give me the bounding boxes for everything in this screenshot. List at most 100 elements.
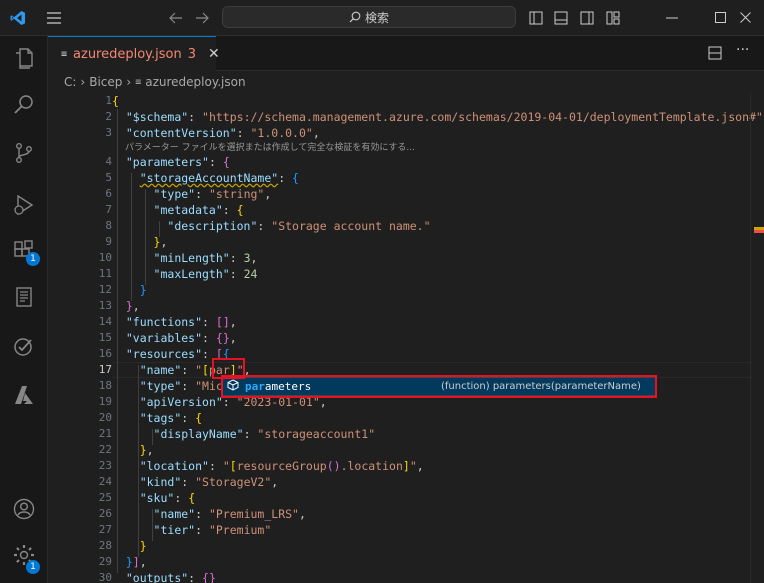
line-number: 8 <box>105 219 112 232</box>
hamburger-menu-icon[interactable] <box>44 0 64 35</box>
explorer-icon[interactable] <box>0 36 47 82</box>
line-number: 23 <box>98 459 112 472</box>
line-number: 24 <box>98 475 112 488</box>
line-number: 5 <box>105 171 112 184</box>
code-line-6: "type": "string", <box>153 187 272 201</box>
code-line-7: "metadata": { <box>153 203 244 217</box>
line-number: 29 <box>98 555 112 568</box>
code-line-25: "sku": { <box>139 491 196 505</box>
more-actions-icon[interactable]: ··· <box>736 42 749 58</box>
line-number: 22 <box>98 443 112 456</box>
split-editor-icon[interactable] <box>708 45 722 64</box>
manage-gear-icon[interactable] <box>0 532 47 578</box>
chevron-right-icon: › <box>80 75 86 89</box>
line-number: 12 <box>98 283 112 296</box>
code-line-24: "kind": "StorageV2", <box>139 475 279 489</box>
line-number: 20 <box>98 411 112 424</box>
breadcrumb: C: › Bicep › ≡ azuredeploy.json <box>48 71 764 93</box>
back-arrow-icon[interactable] <box>166 0 186 35</box>
line-number: 28 <box>98 539 112 552</box>
line-number: 30 <box>98 571 112 583</box>
azure-icon[interactable] <box>0 372 47 418</box>
line-number: 1 <box>105 94 112 107</box>
line-number: 3 <box>105 126 112 139</box>
code-line-10: "minLength": 3, <box>153 251 258 265</box>
search-placeholder: 検索 <box>364 10 389 25</box>
forward-arrow-icon[interactable] <box>192 0 212 35</box>
breadcrumb-file[interactable]: azuredeploy.json <box>145 75 245 89</box>
code-line-12: } <box>139 283 147 297</box>
breadcrumb-drive[interactable]: C: <box>64 75 76 89</box>
line-number: 10 <box>98 251 112 264</box>
editor-tabs: ≡ azuredeploy.json 3 ✕ ··· <box>48 36 764 71</box>
line-number: 18 <box>98 379 112 392</box>
line-number: 11 <box>98 267 112 280</box>
code-line-29: }], <box>125 555 147 569</box>
code-line-14: "functions": [], <box>125 315 237 329</box>
code-line-21: "displayName": "storageaccount1" <box>153 427 376 441</box>
tab-label: azuredeploy.json <box>73 46 182 62</box>
line-number: 25 <box>98 491 112 504</box>
search-view-icon[interactable] <box>0 82 47 128</box>
source-control-icon[interactable] <box>0 130 47 176</box>
code-line-22: }, <box>139 443 154 457</box>
run-debug-icon[interactable] <box>0 182 47 228</box>
code-line-18: "type": "Micr <box>139 379 230 393</box>
code-line-15: "variables": {}, <box>125 331 237 345</box>
customize-layout-icon[interactable] <box>603 0 623 35</box>
tab-close-icon[interactable]: ✕ <box>208 46 220 62</box>
line-number: 15 <box>98 331 112 344</box>
chevron-right-icon: › <box>126 75 132 89</box>
code-line-8: "description": "Storage account name." <box>167 219 431 233</box>
code-lines: { "$schema": "https://schema.management.… <box>112 93 764 583</box>
code-line-11: "maxLength": 24 <box>153 267 258 281</box>
code-line-9: }, <box>153 235 168 249</box>
toggle-secondary-sidebar-icon[interactable] <box>577 0 597 35</box>
code-line-1: { <box>112 94 119 108</box>
close-window-icon[interactable] <box>730 0 760 35</box>
line-number-gutter: 1 2 3 4 5 6 7 8 9 10 11 12 13 14 15 16 17 18 19 20 21 22 23 24 2… <box>48 93 112 583</box>
code-line-13: }, <box>125 299 140 313</box>
extensions-icon[interactable] <box>0 228 47 274</box>
line-number: 26 <box>98 507 112 520</box>
extensions-badge: 1 <box>26 252 40 266</box>
line-number: 2 <box>105 110 112 123</box>
code-line-2: "$schema": "https://schema.management.az… <box>125 110 764 124</box>
line-number: 14 <box>98 315 112 328</box>
line-number: 6 <box>105 187 112 200</box>
line-number: 4 <box>105 155 112 168</box>
tab-azuredeploy-json[interactable]: ≡ azuredeploy.json 3 ✕ <box>48 36 220 71</box>
remote-explorer-icon[interactable] <box>0 274 47 320</box>
highlight-box-suggestion <box>221 375 657 398</box>
code-line-30: "outputs": {} <box>125 571 216 583</box>
code-line-3: "contentVersion": "1.0.0.0", <box>125 126 320 140</box>
line-number: 13 <box>98 299 112 312</box>
activity-bar: 1 1 <box>0 36 48 583</box>
scroll-error-mark <box>754 230 764 233</box>
toggle-primary-sidebar-icon[interactable] <box>526 0 546 35</box>
title-bar: 検索 <box>0 0 764 36</box>
minimize-icon[interactable] <box>657 0 687 35</box>
search-icon <box>349 11 361 23</box>
code-line-26: "name": "Premium_LRS", <box>153 507 306 521</box>
line-number: 19 <box>98 395 112 408</box>
line-number: 16 <box>98 347 112 360</box>
vscode-logo-icon <box>8 0 28 35</box>
settings-badge: 1 <box>26 560 40 574</box>
accounts-icon[interactable] <box>0 486 47 532</box>
line-number: 7 <box>105 203 112 216</box>
code-line-5: "storageAccountName": { <box>139 171 299 185</box>
code-line-20: "tags": { <box>139 411 203 425</box>
json-file-icon: ≡ <box>135 76 142 88</box>
line-number: 9 <box>105 235 112 248</box>
code-line-23: "location": "[resourceGroup().location]"… <box>139 459 424 473</box>
testing-icon[interactable] <box>0 324 47 370</box>
breadcrumb-folder[interactable]: Bicep <box>89 75 122 89</box>
command-center-search[interactable]: 検索 <box>222 6 516 28</box>
editor-scrollbar[interactable] <box>750 93 764 583</box>
line-number: 21 <box>98 427 112 440</box>
code-editor[interactable]: 1 2 3 4 5 6 7 8 9 10 11 12 13 14 15 16 17 18 19 20 21 22 23 24 2… <box>48 93 764 583</box>
code-line-28: } <box>139 539 147 553</box>
toggle-panel-icon[interactable] <box>551 0 571 35</box>
tab-problems-count: 3 <box>187 46 197 62</box>
